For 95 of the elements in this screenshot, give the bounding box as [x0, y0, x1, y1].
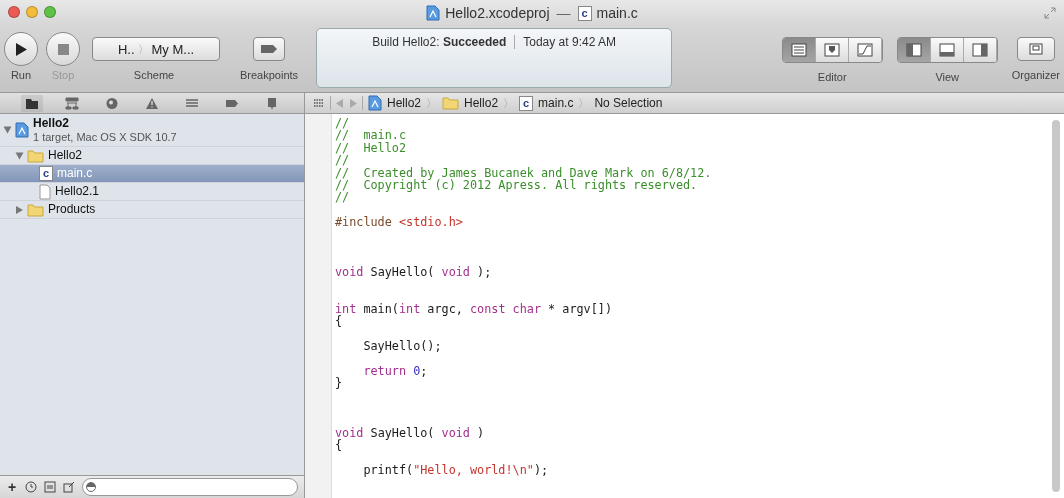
navigator-layout-icon [905, 43, 922, 57]
project-icon [426, 5, 441, 21]
box-icon[interactable] [44, 481, 57, 493]
debug-view-button[interactable] [930, 38, 964, 62]
window-title: Hello2.xcodeproj [445, 5, 550, 21]
folder-icon [442, 96, 460, 110]
close-button[interactable] [8, 6, 20, 18]
source-file-icon: c [577, 5, 592, 21]
code-line: void SayHello( void ) [335, 426, 485, 440]
breadcrumb-separator: 〉 [578, 95, 590, 111]
zoom-button[interactable] [44, 6, 56, 18]
utilities-layout-icon [971, 43, 988, 57]
item-name: Hello2.1 [55, 184, 100, 199]
clock-icon[interactable] [25, 481, 38, 493]
filter-field[interactable] [82, 478, 298, 496]
project-icon [368, 95, 382, 111]
item-name: main.c [57, 166, 93, 181]
standard-editor-button[interactable] [782, 38, 816, 62]
breadcrumb[interactable]: Hello2 [387, 96, 422, 110]
code-line: return 0; [362, 364, 428, 378]
project-navigator-tab[interactable] [21, 94, 43, 112]
breadcrumb[interactable]: Hello2 [464, 96, 499, 110]
navigator-view-button[interactable] [897, 38, 931, 62]
code-line: // main.c [335, 129, 407, 142]
code-line: void SayHello( void ); [335, 265, 492, 279]
search-navigator-icon [105, 96, 119, 110]
utilities-view-button[interactable] [963, 38, 997, 62]
run-button[interactable] [4, 32, 38, 66]
related-items-icon[interactable] [313, 98, 325, 108]
breadcrumb-separator: 〉 [426, 95, 438, 111]
navigator-item[interactable]: Hello2.1 [0, 183, 304, 201]
symbol-navigator-icon [65, 96, 79, 110]
run-label: Run [10, 69, 32, 81]
project-navigator-icon [25, 96, 39, 110]
fullscreen-icon[interactable] [1044, 7, 1056, 19]
edit-document-icon[interactable] [63, 481, 76, 493]
issue-navigator-icon [145, 96, 159, 110]
breadcrumb[interactable]: main.c [538, 96, 574, 110]
code-line: // [335, 154, 350, 167]
stop-icon [57, 43, 69, 55]
project-icon [15, 122, 29, 138]
assistant-editor-button[interactable] [815, 38, 849, 62]
organizer-button[interactable] [1016, 37, 1055, 61]
code-line: } [335, 377, 343, 390]
title-separator: — [556, 5, 571, 21]
log-navigator-icon [265, 96, 279, 110]
build-status: Build Hello2: Succeeded [372, 35, 507, 51]
navigator-item[interactable]: Products [0, 201, 304, 219]
view-label: View [935, 71, 960, 83]
item-name: Hello2 [48, 148, 83, 163]
breadcrumb-separator: 〉 [503, 95, 515, 111]
breakpoints-button[interactable] [253, 37, 286, 61]
debug-navigator-icon [185, 96, 199, 110]
code-line: // Hello2 [335, 141, 407, 155]
navigator-item[interactable]: c main.c [0, 165, 304, 183]
item-name: Products [48, 202, 96, 217]
file-title: main.c [596, 5, 638, 21]
code-line: #include <stdio.h> [335, 216, 463, 229]
code-line: { [335, 439, 343, 452]
build-time: Today at 9:42 AM [523, 35, 616, 51]
editor-label: Editor [817, 71, 847, 83]
folder-icon [27, 202, 44, 217]
code-line: SayHello(); [362, 340, 442, 353]
code-line: { [335, 315, 343, 328]
standard-layout-icon [790, 43, 807, 57]
minimize-button[interactable] [26, 6, 38, 18]
scheme-label: Scheme [133, 69, 175, 81]
filter-icon [86, 482, 97, 492]
debug-layout-icon [938, 43, 955, 57]
document-icon [39, 183, 51, 200]
scrollbar-thumb[interactable] [1052, 120, 1060, 492]
version-layout-icon [856, 43, 873, 57]
source-file-icon: c [39, 166, 53, 181]
editor-segmented-control[interactable] [781, 37, 883, 63]
organizer-label: Organizer [1011, 69, 1060, 81]
code-line: printf("Hello, world!\n"); [362, 464, 549, 477]
navigator-item[interactable]: Hello2 1 target, Mac OS X SDK 10.7 [0, 114, 304, 147]
breakpoints-label: Breakpoints [240, 69, 299, 81]
code-line: // [335, 191, 350, 204]
add-button[interactable]: + [6, 480, 19, 494]
version-editor-button[interactable] [848, 38, 882, 62]
item-name: Hello2 [33, 117, 70, 131]
code-line: int main(int argc, const char * argv[]) [335, 302, 613, 316]
assistant-layout-icon [823, 43, 840, 57]
breadcrumb[interactable]: No Selection [594, 96, 663, 110]
window-icon [1028, 43, 1043, 55]
scheme-popup[interactable]: H.. 〉 My M... [92, 37, 220, 61]
breakpoint-icon [260, 44, 279, 54]
item-subtitle: 1 target, Mac OS X SDK 10.7 [33, 130, 177, 143]
code-line: // [335, 117, 350, 130]
code-line: // Created by James Bucanek and Dave Mark on 6/8/12. [335, 166, 712, 179]
play-icon [15, 42, 27, 56]
folder-icon [27, 148, 44, 163]
source-file-icon: c [519, 95, 534, 111]
view-segmented-control[interactable] [896, 37, 998, 63]
